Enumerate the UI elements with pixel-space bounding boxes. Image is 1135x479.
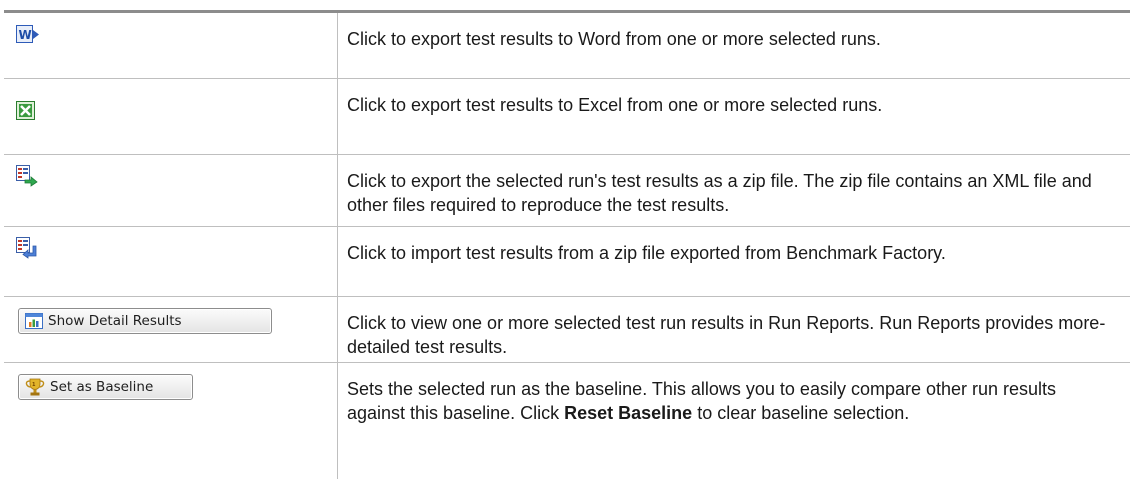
description-text: to clear baseline selection. [692,403,910,423]
export-excel-icon[interactable] [16,101,36,121]
table-row: Click to import test results from a zip … [4,227,1130,297]
row-description: Click to export test results to Excel fr… [347,95,883,115]
button-label: Set as Baseline [50,379,154,395]
svg-text:W: W [19,28,32,42]
trophy-icon: 1 [25,378,45,396]
table-row: Click to export the selected run's test … [4,155,1130,227]
row-description: Sets the selected run as the baseline. T… [347,377,1117,425]
row-description: Click to export test results to Word fro… [347,29,881,49]
set-as-baseline-button[interactable]: 1 Set as Baseline [18,374,193,400]
table-row: 1 Set as Baseline Sets the selected run … [4,363,1130,479]
column-divider [337,155,338,227]
column-divider [337,297,338,363]
import-zip-icon[interactable] [16,237,38,259]
table-row: Click to export test results to Excel fr… [4,79,1130,155]
export-zip-icon[interactable] [16,165,38,187]
column-divider [337,363,338,479]
row-description: Click to view one or more selected test … [347,313,1106,357]
column-divider [337,79,338,155]
row-description: Click to export the selected run's test … [347,171,1092,215]
column-divider [337,227,338,297]
table-row: W Click to export test results to Word f… [4,13,1130,79]
show-detail-results-button[interactable]: Show Detail Results [18,308,272,334]
row-description: Click to import test results from a zip … [347,243,946,263]
table-row: Show Detail Results Click to view one or… [4,297,1130,363]
reset-baseline-term: Reset Baseline [564,403,693,423]
button-label: Show Detail Results [48,313,182,329]
chart-icon [25,313,43,329]
svg-text:1: 1 [32,382,36,388]
column-divider [337,13,338,79]
export-word-icon[interactable]: W [16,25,40,45]
